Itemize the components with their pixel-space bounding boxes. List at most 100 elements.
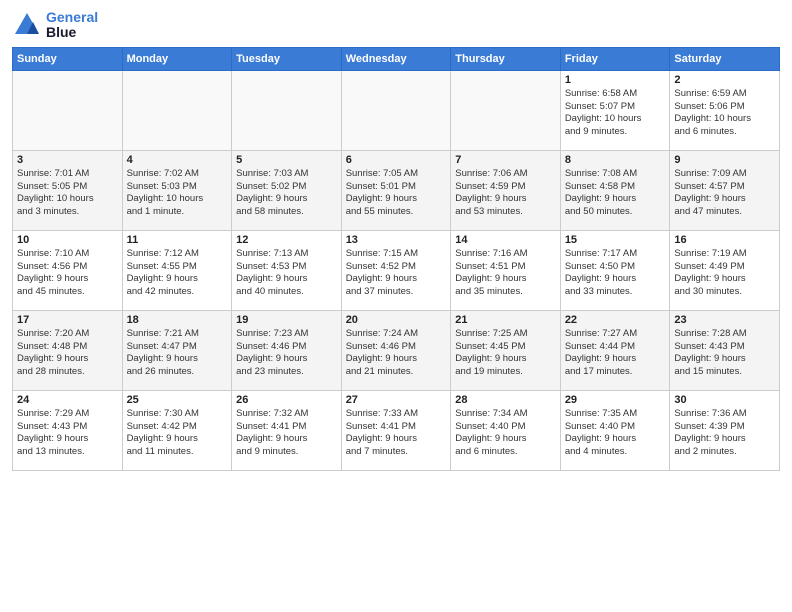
day-number: 23 bbox=[674, 314, 775, 326]
day-number: 5 bbox=[236, 154, 337, 166]
day-info: Sunrise: 7:10 AM Sunset: 4:56 PM Dayligh… bbox=[17, 248, 118, 299]
day-info: Sunrise: 7:19 AM Sunset: 4:49 PM Dayligh… bbox=[674, 248, 775, 299]
day-info: Sunrise: 7:01 AM Sunset: 5:05 PM Dayligh… bbox=[17, 168, 118, 219]
day-info: Sunrise: 7:09 AM Sunset: 4:57 PM Dayligh… bbox=[674, 168, 775, 219]
day-info: Sunrise: 7:33 AM Sunset: 4:41 PM Dayligh… bbox=[346, 408, 447, 459]
calendar-cell: 4 Sunrise: 7:02 AM Sunset: 5:03 PM Daylig… bbox=[122, 150, 232, 230]
day-number: 19 bbox=[236, 314, 337, 326]
day-info: Sunrise: 7:28 AM Sunset: 4:43 PM Dayligh… bbox=[674, 328, 775, 379]
weekday-saturday: Saturday bbox=[670, 47, 780, 70]
day-number: 3 bbox=[17, 154, 118, 166]
day-info: Sunrise: 7:03 AM Sunset: 5:02 PM Dayligh… bbox=[236, 168, 337, 219]
day-info: Sunrise: 7:24 AM Sunset: 4:46 PM Dayligh… bbox=[346, 328, 447, 379]
day-info: Sunrise: 7:35 AM Sunset: 4:40 PM Dayligh… bbox=[565, 408, 666, 459]
day-info: Sunrise: 7:23 AM Sunset: 4:46 PM Dayligh… bbox=[236, 328, 337, 379]
calendar-cell: 12 Sunrise: 7:13 AM Sunset: 4:53 PM Dayli… bbox=[232, 230, 342, 310]
day-number: 4 bbox=[127, 154, 228, 166]
day-info: Sunrise: 7:08 AM Sunset: 4:58 PM Dayligh… bbox=[565, 168, 666, 219]
calendar-cell bbox=[341, 70, 451, 150]
week-row-0: 1Sunrise: 6:58 AM Sunset: 5:07 PM Daylig… bbox=[13, 70, 780, 150]
calendar-cell: 18 Sunrise: 7:21 AM Sunset: 4:47 PM Dayli… bbox=[122, 310, 232, 390]
day-info: Sunrise: 7:27 AM Sunset: 4:44 PM Dayligh… bbox=[565, 328, 666, 379]
calendar-cell: 21 Sunrise: 7:25 AM Sunset: 4:45 PM Dayli… bbox=[451, 310, 561, 390]
calendar-cell: 19 Sunrise: 7:23 AM Sunset: 4:46 PM Dayli… bbox=[232, 310, 342, 390]
day-number: 12 bbox=[236, 234, 337, 246]
calendar-cell: 30 Sunrise: 7:36 AM Sunset: 4:39 PM Dayli… bbox=[670, 390, 780, 470]
calendar-cell: 17 Sunrise: 7:20 AM Sunset: 4:48 PM Dayli… bbox=[13, 310, 123, 390]
header: General Blue bbox=[12, 10, 780, 41]
calendar-cell: 7Sunrise: 7:06 AM Sunset: 4:59 PM Daylig… bbox=[451, 150, 561, 230]
calendar-cell: 27 Sunrise: 7:33 AM Sunset: 4:41 PM Dayli… bbox=[341, 390, 451, 470]
calendar-cell: 20 Sunrise: 7:24 AM Sunset: 4:46 PM Dayli… bbox=[341, 310, 451, 390]
logo-icon bbox=[12, 10, 42, 40]
day-number: 21 bbox=[455, 314, 556, 326]
week-row-1: 3 Sunrise: 7:01 AM Sunset: 5:05 PM Daylig… bbox=[13, 150, 780, 230]
weekday-tuesday: Tuesday bbox=[232, 47, 342, 70]
calendar-cell: 14 Sunrise: 7:16 AM Sunset: 4:51 PM Dayli… bbox=[451, 230, 561, 310]
day-number: 18 bbox=[127, 314, 228, 326]
calendar-cell: 22 Sunrise: 7:27 AM Sunset: 4:44 PM Dayli… bbox=[560, 310, 670, 390]
day-number: 9 bbox=[674, 154, 775, 166]
day-number: 29 bbox=[565, 394, 666, 406]
day-number: 13 bbox=[346, 234, 447, 246]
page: General Blue SundayMondayTuesdayWednesda… bbox=[0, 0, 792, 612]
day-number: 27 bbox=[346, 394, 447, 406]
calendar-cell: 25Sunrise: 7:30 AM Sunset: 4:42 PM Dayli… bbox=[122, 390, 232, 470]
day-number: 7 bbox=[455, 154, 556, 166]
day-number: 14 bbox=[455, 234, 556, 246]
day-info: Sunrise: 7:05 AM Sunset: 5:01 PM Dayligh… bbox=[346, 168, 447, 219]
day-number: 26 bbox=[236, 394, 337, 406]
calendar-cell: 10 Sunrise: 7:10 AM Sunset: 4:56 PM Dayli… bbox=[13, 230, 123, 310]
day-info: Sunrise: 7:20 AM Sunset: 4:48 PM Dayligh… bbox=[17, 328, 118, 379]
day-number: 16 bbox=[674, 234, 775, 246]
calendar-cell: 23 Sunrise: 7:28 AM Sunset: 4:43 PM Dayli… bbox=[670, 310, 780, 390]
day-number: 30 bbox=[674, 394, 775, 406]
logo: General Blue bbox=[12, 10, 98, 41]
calendar-cell: 11Sunrise: 7:12 AM Sunset: 4:55 PM Dayli… bbox=[122, 230, 232, 310]
calendar-cell: 5 Sunrise: 7:03 AM Sunset: 5:02 PM Daylig… bbox=[232, 150, 342, 230]
calendar-cell: 29 Sunrise: 7:35 AM Sunset: 4:40 PM Dayli… bbox=[560, 390, 670, 470]
weekday-wednesday: Wednesday bbox=[341, 47, 451, 70]
calendar-cell: 13Sunrise: 7:15 AM Sunset: 4:52 PM Dayli… bbox=[341, 230, 451, 310]
calendar-cell: 1Sunrise: 6:58 AM Sunset: 5:07 PM Daylig… bbox=[560, 70, 670, 150]
day-number: 22 bbox=[565, 314, 666, 326]
weekday-friday: Friday bbox=[560, 47, 670, 70]
day-info: Sunrise: 7:16 AM Sunset: 4:51 PM Dayligh… bbox=[455, 248, 556, 299]
day-number: 20 bbox=[346, 314, 447, 326]
calendar-cell bbox=[13, 70, 123, 150]
calendar-cell bbox=[232, 70, 342, 150]
day-number: 2 bbox=[674, 74, 775, 86]
day-info: Sunrise: 7:13 AM Sunset: 4:53 PM Dayligh… bbox=[236, 248, 337, 299]
day-info: Sunrise: 6:59 AM Sunset: 5:06 PM Dayligh… bbox=[674, 88, 775, 139]
day-info: Sunrise: 7:25 AM Sunset: 4:45 PM Dayligh… bbox=[455, 328, 556, 379]
day-info: Sunrise: 7:34 AM Sunset: 4:40 PM Dayligh… bbox=[455, 408, 556, 459]
logo-text: General Blue bbox=[46, 10, 98, 41]
day-number: 1 bbox=[565, 74, 666, 86]
calendar-cell: 8Sunrise: 7:08 AM Sunset: 4:58 PM Daylig… bbox=[560, 150, 670, 230]
weekday-sunday: Sunday bbox=[13, 47, 123, 70]
day-info: Sunrise: 7:02 AM Sunset: 5:03 PM Dayligh… bbox=[127, 168, 228, 219]
week-row-3: 17 Sunrise: 7:20 AM Sunset: 4:48 PM Dayli… bbox=[13, 310, 780, 390]
day-number: 24 bbox=[17, 394, 118, 406]
day-info: Sunrise: 7:36 AM Sunset: 4:39 PM Dayligh… bbox=[674, 408, 775, 459]
week-row-4: 24Sunrise: 7:29 AM Sunset: 4:43 PM Dayli… bbox=[13, 390, 780, 470]
day-info: Sunrise: 7:32 AM Sunset: 4:41 PM Dayligh… bbox=[236, 408, 337, 459]
day-number: 15 bbox=[565, 234, 666, 246]
calendar-cell: 16 Sunrise: 7:19 AM Sunset: 4:49 PM Dayli… bbox=[670, 230, 780, 310]
day-number: 10 bbox=[17, 234, 118, 246]
day-info: Sunrise: 7:12 AM Sunset: 4:55 PM Dayligh… bbox=[127, 248, 228, 299]
calendar-cell: 26 Sunrise: 7:32 AM Sunset: 4:41 PM Dayli… bbox=[232, 390, 342, 470]
calendar-cell: 3 Sunrise: 7:01 AM Sunset: 5:05 PM Daylig… bbox=[13, 150, 123, 230]
calendar-cell: 24Sunrise: 7:29 AM Sunset: 4:43 PM Dayli… bbox=[13, 390, 123, 470]
week-row-2: 10 Sunrise: 7:10 AM Sunset: 4:56 PM Dayli… bbox=[13, 230, 780, 310]
day-number: 17 bbox=[17, 314, 118, 326]
weekday-header-row: SundayMondayTuesdayWednesdayThursdayFrid… bbox=[13, 47, 780, 70]
calendar-cell bbox=[451, 70, 561, 150]
day-number: 6 bbox=[346, 154, 447, 166]
day-info: Sunrise: 7:17 AM Sunset: 4:50 PM Dayligh… bbox=[565, 248, 666, 299]
calendar-cell: 15 Sunrise: 7:17 AM Sunset: 4:50 PM Dayli… bbox=[560, 230, 670, 310]
day-info: Sunrise: 7:21 AM Sunset: 4:47 PM Dayligh… bbox=[127, 328, 228, 379]
calendar-cell: 6 Sunrise: 7:05 AM Sunset: 5:01 PM Daylig… bbox=[341, 150, 451, 230]
calendar-cell: 28Sunrise: 7:34 AM Sunset: 4:40 PM Dayli… bbox=[451, 390, 561, 470]
calendar-cell bbox=[122, 70, 232, 150]
